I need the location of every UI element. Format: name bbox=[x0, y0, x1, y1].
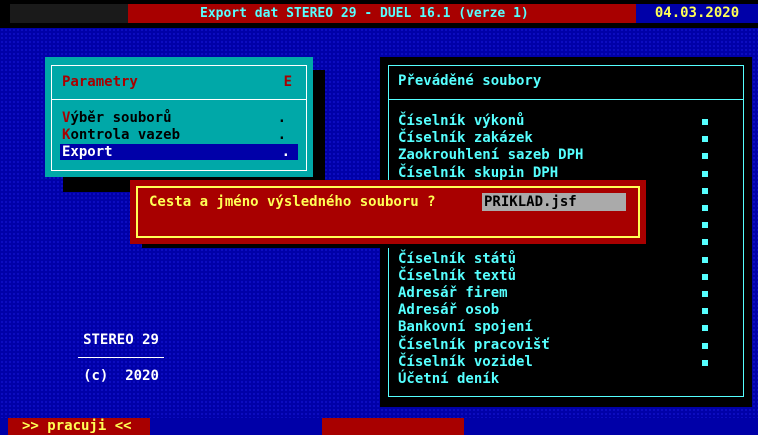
parameters-menu: Parametry E Výběr souborů. Kontrola vaze… bbox=[45, 57, 313, 177]
file-list-item: Adresář osob bbox=[398, 302, 500, 319]
file-selected-marker bbox=[702, 273, 708, 280]
title-bar-left-block bbox=[10, 4, 128, 23]
menu-divider bbox=[52, 99, 306, 100]
product-name: STEREO 29 bbox=[83, 332, 159, 348]
file-selected-marker bbox=[702, 291, 708, 297]
file-selected-marker bbox=[702, 325, 708, 332]
menu-shortcut-key: E bbox=[283, 74, 292, 90]
file-selected-marker bbox=[702, 119, 708, 125]
menu-item-kontrola-vazeb[interactable]: Kontrola vazeb. bbox=[62, 127, 294, 143]
file-selected-marker bbox=[702, 359, 708, 366]
file-selected-marker bbox=[702, 136, 708, 143]
product-info-box: STEREO 29 (c) 2020 bbox=[62, 320, 190, 394]
menu-item-dot: . bbox=[277, 110, 286, 126]
date-display: 04.03.2020 bbox=[636, 4, 758, 23]
menu-item-dot: . bbox=[277, 127, 286, 143]
menu-item-dot: . bbox=[281, 144, 290, 160]
menu-item-label: Export bbox=[62, 144, 113, 160]
file-selected-marker bbox=[702, 205, 708, 211]
menu-frame: Parametry E Výběr souborů. Kontrola vaze… bbox=[51, 65, 307, 171]
menu-item-label: ontrola vazeb bbox=[70, 127, 181, 143]
file-selected-marker bbox=[702, 170, 708, 177]
file-list-item: Adresář firem bbox=[398, 285, 508, 301]
file-list-item: Číselník skupin DPH bbox=[398, 164, 559, 181]
status-progress-block bbox=[322, 418, 464, 435]
window-title: Export dat STEREO 29 - DUEL 16.1 (verze … bbox=[200, 6, 529, 21]
dialog-prompt: Cesta a jméno výsledného souboru ? bbox=[149, 194, 436, 210]
file-list-item: Číselník pracovišť bbox=[398, 336, 550, 353]
status-indicator: >> pracuji << bbox=[8, 418, 150, 435]
product-info-divider bbox=[78, 357, 164, 358]
file-selected-marker bbox=[702, 187, 708, 194]
output-filename-input[interactable]: PRIKLAD.jsf bbox=[482, 193, 626, 211]
file-list-item: Číselník textů bbox=[398, 267, 517, 284]
file-selected-marker bbox=[702, 256, 708, 263]
file-list-item: Účetní deník bbox=[398, 371, 500, 387]
file-list-item: Bankovní spojení bbox=[398, 319, 533, 336]
status-bar: >> pracuji << bbox=[0, 418, 758, 435]
menu-item-export[interactable]: Export. bbox=[60, 144, 298, 160]
menu-item-label: ýběr souborů bbox=[70, 110, 172, 126]
file-selected-marker bbox=[702, 222, 708, 229]
file-list-item: Číselník vozidel bbox=[398, 353, 533, 370]
file-selected-marker bbox=[702, 308, 708, 315]
copyright-text: (c) 2020 bbox=[83, 368, 159, 384]
file-selected-marker bbox=[702, 342, 708, 349]
file-list-item: Číselník výkonů bbox=[398, 113, 525, 129]
file-selected-marker bbox=[702, 239, 708, 246]
output-file-dialog: Cesta a jméno výsledného souboru ? PRIKL… bbox=[130, 180, 646, 244]
menu-title: Parametry bbox=[62, 74, 138, 90]
menu-item-vyber-souboru[interactable]: Výběr souborů. bbox=[62, 110, 294, 126]
file-selected-marker bbox=[702, 153, 708, 160]
title-bar: Export dat STEREO 29 - DUEL 16.1 (verze … bbox=[0, 0, 758, 28]
file-list-item: Zaokrouhlení sazeb DPH bbox=[398, 147, 584, 164]
files-panel-title: Převáděné soubory bbox=[398, 73, 542, 89]
file-list-item: Číselník zakázek bbox=[398, 130, 533, 147]
files-panel-divider bbox=[388, 99, 744, 100]
status-text: >> pracuji << bbox=[22, 418, 132, 434]
file-list-item: Číselník států bbox=[398, 250, 517, 267]
